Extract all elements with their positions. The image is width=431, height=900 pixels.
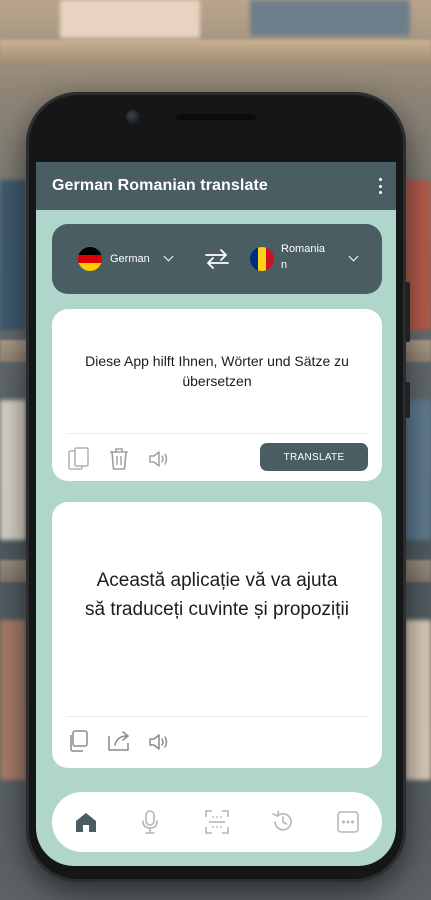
target-language-label-line1: Romania <box>281 243 326 255</box>
scan-icon[interactable] <box>205 810 229 834</box>
app-screen: German Romanian translate German Romania… <box>36 162 396 866</box>
speaker-icon[interactable] <box>148 732 172 752</box>
home-icon[interactable] <box>74 811 98 833</box>
front-camera <box>126 110 140 124</box>
input-card: Diese App hilft Ihnen, Wörter und Sätze … <box>52 309 382 481</box>
paste-icon[interactable] <box>68 447 90 471</box>
app-title: German Romanian translate <box>52 177 268 194</box>
earpiece <box>176 114 256 120</box>
divider <box>66 433 368 434</box>
phone-frame: German Romanian translate German Romania… <box>26 92 410 882</box>
translate-button[interactable]: TRANSLATE <box>260 443 368 471</box>
volume-button <box>405 282 410 342</box>
divider <box>66 716 368 717</box>
more-icon[interactable] <box>337 811 359 833</box>
copy-icon[interactable] <box>68 730 90 752</box>
microphone-icon[interactable] <box>141 810 159 834</box>
germany-flag-icon <box>78 247 102 271</box>
chevron-down-icon <box>163 251 174 262</box>
share-icon[interactable] <box>106 728 134 752</box>
bottom-navigation <box>52 792 382 852</box>
trash-icon[interactable] <box>108 447 130 471</box>
translated-text: Această aplicație vă va ajuta să traduce… <box>84 570 349 620</box>
language-selector: German Romania n <box>52 224 382 294</box>
chevron-down-icon <box>348 251 359 262</box>
history-icon[interactable] <box>271 810 295 834</box>
source-text-input[interactable]: Diese App hilft Ihnen, Wörter und Sätze … <box>62 351 372 391</box>
output-card: Această aplicație vă va ajuta să traduce… <box>52 502 382 768</box>
app-bar: German Romanian translate <box>36 162 396 210</box>
more-vert-icon[interactable] <box>378 178 382 194</box>
power-button <box>405 382 410 418</box>
target-language-label-line2: n <box>281 259 288 271</box>
swap-languages-icon[interactable] <box>204 248 230 270</box>
speaker-icon[interactable] <box>148 449 172 469</box>
source-language-label: German <box>110 253 150 265</box>
romania-flag-icon <box>250 247 274 271</box>
